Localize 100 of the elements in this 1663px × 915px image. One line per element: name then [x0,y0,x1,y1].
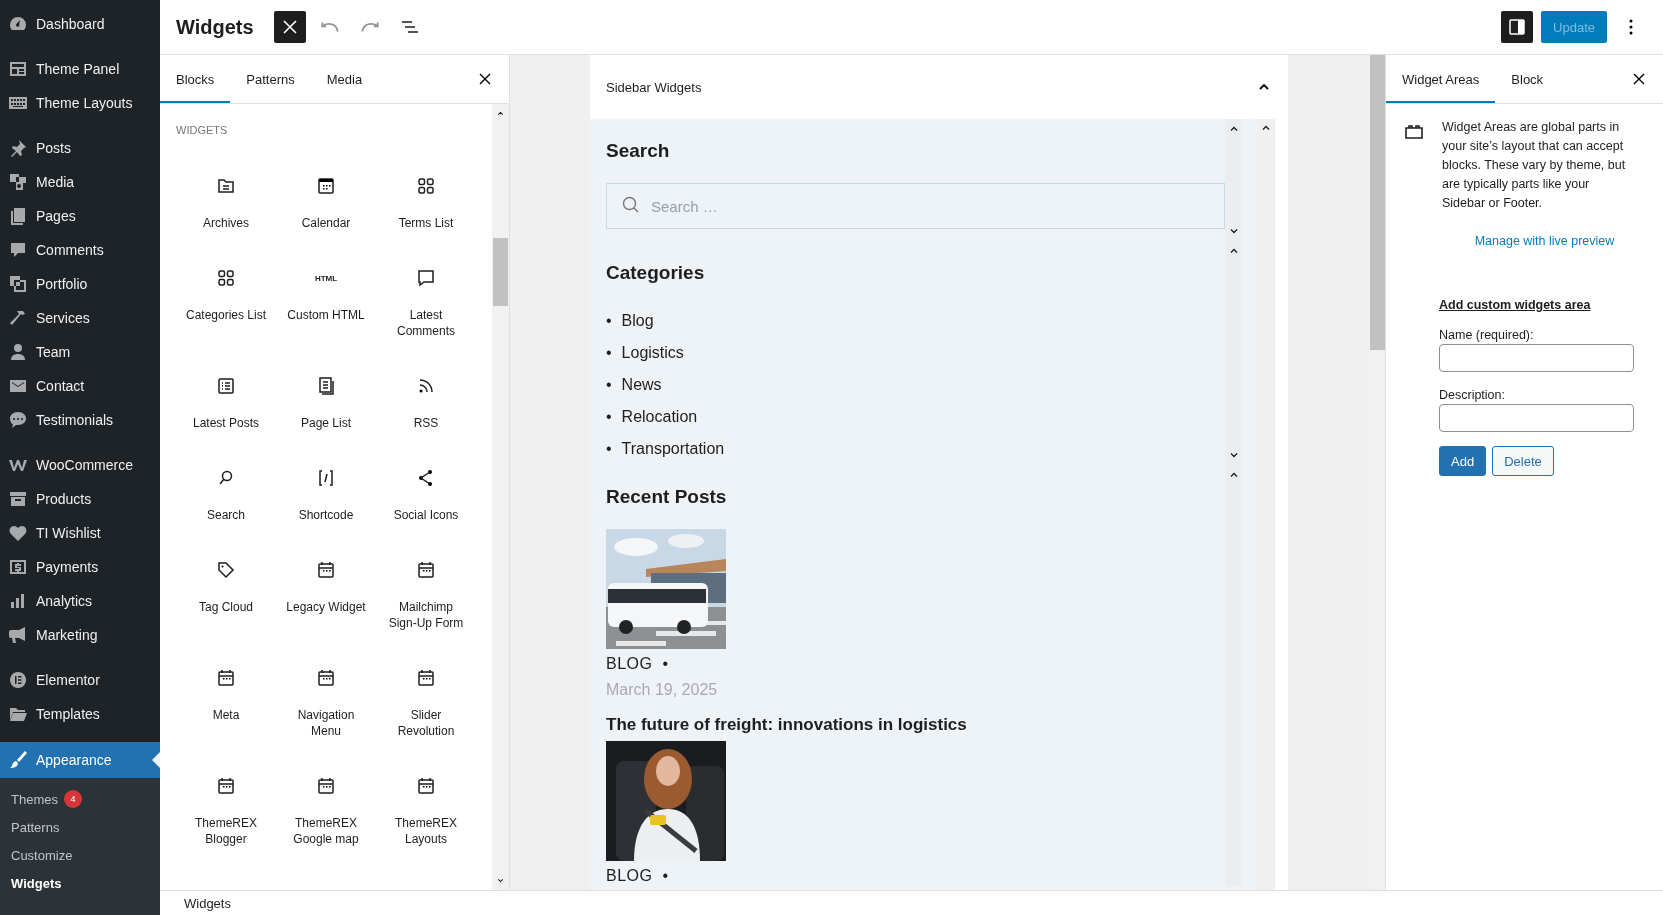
separator-dot: • [662,654,669,674]
block-item[interactable]: HTML Custom HTML [276,248,376,340]
count-badge: 4 [63,790,82,808]
scrollbar[interactable] [1257,119,1275,890]
menu-item[interactable]: WooCommerce [0,448,160,482]
block-item[interactable]: Navigation Menu [276,648,376,756]
menu-item[interactable]: Payments [0,550,160,584]
submenu-item[interactable]: Patterns [0,813,160,841]
menu-item[interactable]: Elementor [0,663,160,697]
menu-item[interactable]: Theme Panel [0,52,160,86]
menu-item[interactable]: Testimonials [0,403,160,437]
post-title[interactable]: The future of freight: innovations in logistics [606,715,967,735]
archive-box-icon [8,489,28,509]
html-icon: HTML [314,266,338,290]
menu-item[interactable]: Media [0,165,160,199]
scrollbar[interactable] [492,104,509,890]
bullet: • [606,343,612,363]
field-label: Name (required): [1439,328,1535,342]
menu-item[interactable]: Appearance [0,742,160,778]
megaphone-icon [8,625,28,645]
description-text: Widget Areas are global parts in your site’s layout that can accept blocks. These vary by theme, but are typically parts like your Sidebar or Footer. [1442,119,1627,212]
category-link[interactable]: Relocation [621,406,698,428]
block-item[interactable]: Page List [276,356,376,448]
menu-item[interactable]: Contact [0,369,160,403]
brush-icon [8,750,28,770]
circle-logo-icon [8,670,28,690]
menu-item[interactable]: TI Wishlist [0,516,160,550]
block-item[interactable]: Meta [176,648,276,740]
block-item[interactable]: Categories List [176,248,276,340]
submenu-item[interactable]: Customize [0,841,160,869]
chevron-up-icon [496,109,505,118]
live-preview-link[interactable]: Manage with live preview [1474,234,1615,248]
block-item[interactable]: ThemeREX Blogger [176,756,276,864]
scrollbar-thumb[interactable] [1370,55,1385,350]
breadcrumb[interactable]: Widgets [184,895,231,911]
block-item[interactable]: Legacy Widget [276,540,376,632]
menu-item[interactable]: Services [0,301,160,335]
tab[interactable]: Blocks [160,55,231,103]
category-link[interactable]: News [621,374,662,396]
block-item[interactable]: Calendar [276,156,376,248]
block-item[interactable]: ThemeREX Layouts [376,756,476,864]
close-inserter-button[interactable] [273,11,306,43]
input-field[interactable] [1439,344,1634,372]
menu-item[interactable]: Products [0,482,160,516]
menu-item[interactable]: Portfolio [0,267,160,301]
block-item[interactable]: RSS [376,356,476,448]
bullet: • [606,311,612,331]
category-link[interactable]: Blog [621,310,654,332]
input-field[interactable] [1439,404,1634,432]
menu-item[interactable]: Analytics [0,584,160,618]
menu-item[interactable]: Team [0,335,160,369]
tab[interactable]: Media [310,55,379,103]
chevron-down-icon [496,876,505,885]
block-item[interactable]: ThemeREX Google map [276,756,376,864]
block-item[interactable]: Shortcode [276,448,376,540]
field-label: Description: [1439,388,1506,402]
delete-button[interactable]: Delete [1492,446,1554,476]
post-category[interactable]: BLOG [606,865,653,887]
undo-icon [320,21,339,33]
block-item[interactable]: Slider Revolution [376,648,476,756]
block-item[interactable]: Latest Posts [176,356,276,448]
comment-icon [8,240,28,260]
bullet: • [606,439,612,459]
submenu-item[interactable]: Widgets [0,869,160,897]
menu-item[interactable]: Dashboard [0,7,160,41]
add-button[interactable]: Add [1439,446,1487,476]
post-category[interactable]: BLOG [606,653,653,675]
menu-item[interactable]: Templates [0,697,160,731]
menu-item[interactable]: Comments [0,233,160,267]
section-heading: WIDGETS [176,124,229,136]
media-icon [8,172,28,192]
tab[interactable]: Block [1495,55,1560,103]
block-item[interactable]: Latest Comments [376,248,476,356]
category-link[interactable]: Logistics [621,342,684,364]
menu-item[interactable]: Marketing [0,618,160,652]
block-item[interactable]: Search [176,448,276,540]
area-title: Sidebar Widgets [606,79,702,95]
tab[interactable]: Widget Areas [1386,55,1496,103]
chat-bubble-icon [8,410,28,430]
submenu-item[interactable]: Themes 4 [0,785,160,813]
widget-heading: Search [606,139,671,163]
widget-heading: Categories [606,261,706,285]
block-item[interactable]: Tag Cloud [176,540,276,632]
tab[interactable]: Patterns [230,55,311,103]
menu-item[interactable]: Pages [0,199,160,233]
scrollbar-thumb[interactable] [493,238,508,306]
block-item[interactable]: Archives [176,156,276,248]
post-date: March 19, 2025 [606,681,718,699]
settings-toggle-button[interactable] [1501,11,1534,43]
menu-item[interactable]: Theme Layouts [0,86,160,120]
block-item[interactable]: Mailchimp Sign-Up Form [376,540,476,648]
category-link[interactable]: Transportation [621,438,725,460]
layout-icon [8,59,28,79]
page-title: Widgets [176,15,254,39]
block-item[interactable]: Terms List [376,156,476,248]
menu-item[interactable]: Posts [0,131,160,165]
search-field[interactable]: Search … [606,183,1225,229]
block-item[interactable]: Social Icons [376,448,476,540]
more-icon [1629,19,1633,35]
separator-dot: • [662,866,669,886]
